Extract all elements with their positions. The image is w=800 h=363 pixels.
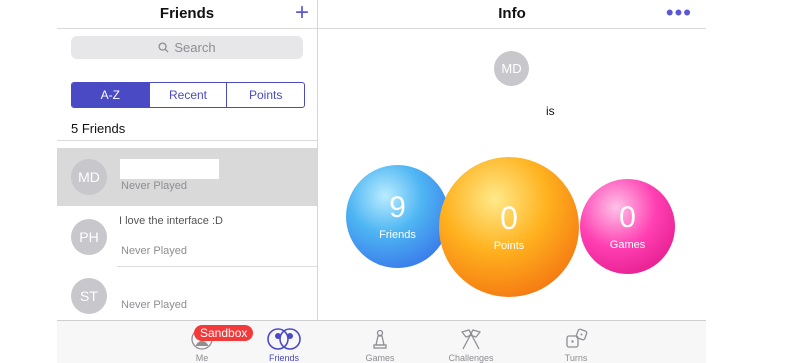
avatar: ST xyxy=(71,278,107,314)
search-input[interactable]: Search xyxy=(71,36,303,59)
ellipsis-icon[interactable]: ••• xyxy=(666,0,692,26)
game-piece-icon xyxy=(373,329,387,349)
avatar: MD xyxy=(71,159,107,195)
friend-status: Never Played xyxy=(121,245,188,257)
friend-row[interactable]: ST Never Played xyxy=(57,267,317,325)
friends-nav-bar: Friends + xyxy=(57,0,317,29)
friend-row[interactable]: MD Never Played xyxy=(57,148,317,206)
friends-stat-bubble[interactable]: 9 Friends xyxy=(346,165,449,268)
tab-games[interactable]: Games xyxy=(340,321,420,363)
friends-stat-label: Friends xyxy=(379,228,416,241)
avatar: PH xyxy=(71,219,107,255)
friends-panel: Friends + Search A-Z Recent Points 5 Fri… xyxy=(57,0,318,320)
profile-avatar: MD xyxy=(494,51,529,86)
friend-row[interactable]: PH I love the interface :D Never Played xyxy=(57,207,317,265)
search-icon xyxy=(158,42,169,53)
friends-icon xyxy=(267,328,301,350)
sort-segmented-control: A-Z Recent Points xyxy=(71,82,305,108)
games-stat-label: Games xyxy=(609,238,646,251)
games-stat-value: 0 xyxy=(619,200,636,234)
sandbox-badge: Sandbox xyxy=(194,325,254,341)
friends-title: Friends xyxy=(159,5,215,22)
tab-challenges[interactable]: Challenges xyxy=(431,321,511,363)
info-title: Info xyxy=(498,5,526,22)
tab-bar: Me Friends Games Challenges Turns Sandbo… xyxy=(57,320,706,363)
tab-turns[interactable]: Turns xyxy=(536,321,616,363)
divider xyxy=(57,140,317,141)
friend-status: Never Played xyxy=(121,299,188,311)
segment-a-z[interactable]: A-Z xyxy=(72,83,149,107)
friends-count: 5 Friends xyxy=(71,121,126,136)
points-stat-label: Points xyxy=(493,240,525,252)
segment-recent[interactable]: Recent xyxy=(148,83,227,107)
tab-friends[interactable]: Friends xyxy=(244,321,324,363)
friend-status: Never Played xyxy=(121,180,188,192)
points-stat-value: 0 xyxy=(500,200,518,236)
profile-is-text: is xyxy=(546,104,555,118)
points-stat-bubble[interactable]: 0 Points xyxy=(439,157,579,297)
info-nav-bar: Info ••• xyxy=(318,0,706,29)
game-center-app: Friends + Search A-Z Recent Points 5 Fri… xyxy=(57,0,706,363)
info-panel: Info ••• MD is 9 Friends 0 Points 0 Game… xyxy=(318,0,706,320)
plus-icon[interactable]: + xyxy=(295,0,309,26)
friends-stat-value: 9 xyxy=(389,190,406,224)
redacted-name xyxy=(120,159,219,179)
friend-message: I love the interface :D xyxy=(119,215,223,227)
segment-points[interactable]: Points xyxy=(226,83,304,107)
search-placeholder: Search xyxy=(174,40,216,55)
dice-icon xyxy=(566,328,588,348)
flags-icon xyxy=(460,329,482,350)
games-stat-bubble[interactable]: 0 Games xyxy=(580,179,675,274)
